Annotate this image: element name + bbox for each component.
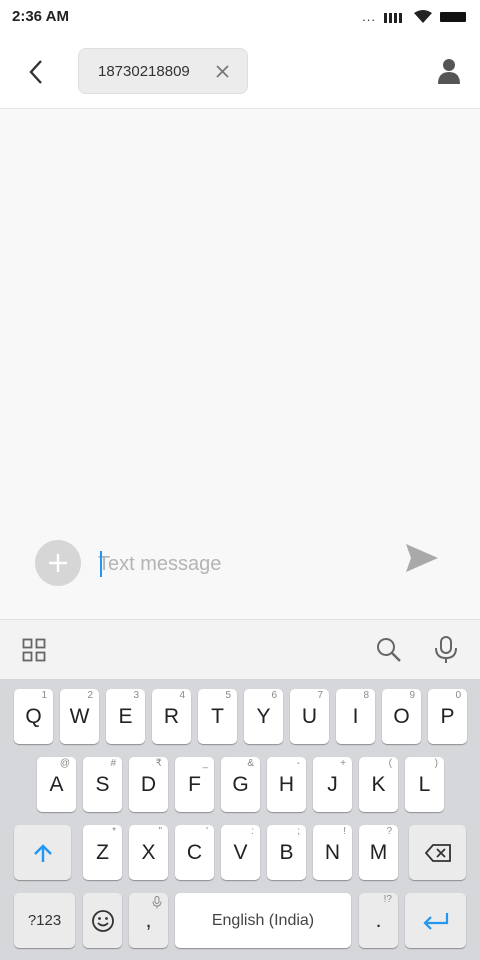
plus-icon <box>49 554 67 572</box>
wifi-icon <box>414 9 432 23</box>
text-cursor <box>100 551 102 577</box>
key-r[interactable]: 4R <box>152 689 191 744</box>
recipient-number: 18730218809 <box>98 62 190 80</box>
key-x[interactable]: " X <box>129 825 168 880</box>
shift-key[interactable] <box>14 825 71 880</box>
shift-arrow-icon <box>33 843 52 862</box>
key-e[interactable]: 3E <box>106 689 145 744</box>
search-icon[interactable] <box>376 637 402 663</box>
key-y[interactable]: 6Y <box>244 689 283 744</box>
status-time: 2:36 AM <box>12 8 69 25</box>
keyboard-toolbar <box>0 619 480 679</box>
key-b[interactable]: ; B <box>267 825 306 880</box>
notification-dots: ... <box>362 9 376 24</box>
attach-button[interactable] <box>35 540 81 586</box>
backspace-icon <box>424 843 451 862</box>
space-key[interactable]: English (India) <box>175 893 351 948</box>
status-bar: 2:36 AM ... <box>0 0 480 34</box>
close-icon <box>215 64 229 78</box>
emoji-icon <box>91 909 114 932</box>
symbols-key[interactable]: ?123 <box>14 893 75 948</box>
key-z[interactable]: * Z <box>83 825 122 880</box>
keyboard: 1Q 2W 3E 4R 5T 6Y 7U 8I 9O 0P @ A # S ₹ D _… <box>0 679 480 960</box>
key-p[interactable]: 0P <box>428 689 467 744</box>
send-icon <box>406 544 438 572</box>
key-d[interactable]: ₹ D <box>129 757 168 812</box>
key-k[interactable]: (K <box>359 757 398 812</box>
key-t[interactable]: 5T <box>198 689 237 744</box>
contact-person-icon <box>438 59 460 84</box>
battery-icon <box>440 11 466 22</box>
key-i[interactable]: 8I <box>336 689 375 744</box>
remove-recipient-button[interactable] <box>213 62 231 80</box>
send-button[interactable] <box>402 538 442 578</box>
emoji-key[interactable] <box>83 893 122 948</box>
signal-icon <box>384 12 402 23</box>
key-s[interactable]: # S <box>83 757 122 812</box>
key-a[interactable]: @ A <box>37 757 76 812</box>
recipient-chip[interactable]: 18730218809 <box>78 48 248 94</box>
key-m[interactable]: ? M <box>359 825 398 880</box>
key-v[interactable]: :V <box>221 825 260 880</box>
key-w[interactable]: 2W <box>60 689 99 744</box>
key-j[interactable]: + J <box>313 757 352 812</box>
enter-icon <box>422 912 448 930</box>
status-icons: ... <box>362 9 468 24</box>
comma-key[interactable]: , <box>129 893 168 948</box>
key-h[interactable]: -H <box>267 757 306 812</box>
back-arrow-icon <box>29 60 42 84</box>
conversation-header: 18730218809 <box>0 34 480 109</box>
key-g[interactable]: & G <box>221 757 260 812</box>
microphone-icon[interactable] <box>433 636 459 664</box>
key-c[interactable]: ' C <box>175 825 214 880</box>
period-key[interactable]: !?. <box>359 893 398 948</box>
key-u[interactable]: 7U <box>290 689 329 744</box>
key-o[interactable]: 9O <box>382 689 421 744</box>
key-l[interactable]: ) L <box>405 757 444 812</box>
key-q[interactable]: 1Q <box>14 689 53 744</box>
add-contact-button[interactable] <box>434 56 464 86</box>
apps-grid-icon[interactable] <box>22 638 46 662</box>
back-button[interactable] <box>18 54 54 90</box>
backspace-key[interactable] <box>409 825 466 880</box>
enter-key[interactable] <box>405 893 466 948</box>
key-f[interactable]: _ F <box>175 757 214 812</box>
message-input[interactable] <box>98 548 388 580</box>
microphone-icon <box>152 896 162 909</box>
messaging-screen: 2:36 AM ... 18730218809 Text message 1 Q… <box>0 0 480 960</box>
key-n[interactable]: ! N <box>313 825 352 880</box>
